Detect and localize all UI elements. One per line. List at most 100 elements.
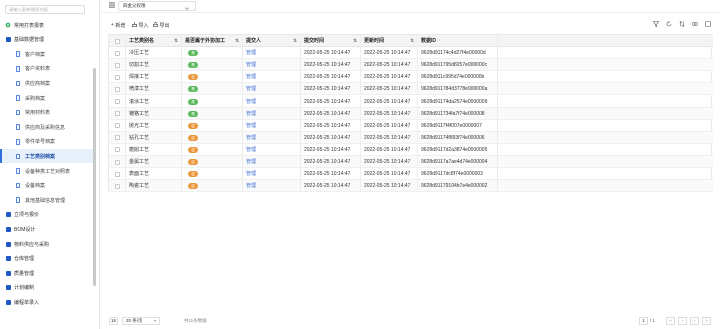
sidebar-item[interactable]: 仓库管理: [0, 252, 94, 266]
filter-icon[interactable]: [651, 19, 660, 28]
outsource-flag-cell: 是: [182, 59, 243, 72]
sidebar-item[interactable]: 客户资料表: [0, 62, 94, 76]
sidebar-item[interactable]: 采购档案: [0, 91, 94, 105]
user-value[interactable]: 管理: [246, 171, 256, 177]
column-header[interactable]: 是否属于外协加工 ⇅: [182, 35, 243, 47]
new-button-label: 新增: [115, 22, 126, 29]
row-checkbox[interactable]: [115, 171, 120, 177]
select-all-checkbox[interactable]: [115, 38, 120, 44]
row-checkbox[interactable]: [115, 111, 120, 117]
user-value[interactable]: 管理: [246, 159, 256, 165]
sidebar-item[interactable]: 编程单录入: [0, 295, 94, 309]
user-value[interactable]: 管理: [246, 99, 256, 105]
column-header[interactable]: 提交人 ⇅: [243, 35, 301, 47]
sidebar-item[interactable]: 立项与报价: [0, 208, 94, 222]
row-checkbox[interactable]: [115, 86, 120, 92]
update-value: 2022-05-25 10:14:47: [364, 171, 411, 178]
update-value: 2022-05-25 10:14:47: [364, 110, 411, 117]
user-cell: 管理: [243, 156, 301, 168]
hamburger-icon[interactable]: [109, 2, 115, 10]
row-checkbox[interactable]: [115, 123, 120, 129]
column-header[interactable]: 工艺类别名 ⇅: [126, 35, 182, 47]
user-value[interactable]: 管理: [246, 50, 256, 56]
export-button[interactable]: 导出: [153, 21, 170, 29]
sort-icon[interactable]: ⇅: [293, 35, 297, 47]
sort-icon[interactable]: ⇅: [410, 35, 414, 47]
row-checkbox[interactable]: [115, 159, 120, 165]
user-value[interactable]: 管理: [246, 86, 256, 92]
sidebar-item[interactable]: 物料供应与采购: [0, 237, 94, 251]
sort-icon[interactable]: ⇅: [174, 35, 178, 47]
current-page-input[interactable]: 1: [639, 317, 648, 325]
permission-select[interactable]: 四金父权限: [118, 1, 196, 11]
first-page-button[interactable]: «: [666, 317, 675, 325]
status-badge: 否: [188, 74, 198, 81]
row-checkbox[interactable]: [115, 74, 120, 80]
user-value[interactable]: 管理: [246, 147, 256, 153]
row-checkbox[interactable]: [115, 183, 120, 189]
status-badge: 是: [188, 50, 198, 57]
last-page-button[interactable]: »: [702, 317, 711, 325]
import-icon: [132, 21, 138, 29]
update-cell: 2022-05-25 10:14:47: [361, 180, 418, 193]
sidebar-item[interactable]: 其他基础信息管理: [0, 193, 94, 207]
sidebar-item[interactable]: 常用打表报表: [0, 18, 94, 32]
sidebar-item[interactable]: BOM设计: [0, 222, 94, 236]
sidebar-item[interactable]: 计划编制: [0, 281, 94, 295]
update-cell: 2022-05-25 10:14:47: [361, 107, 418, 120]
sidebar-item[interactable]: 质量管理: [0, 266, 94, 280]
user-value[interactable]: 管理: [246, 135, 256, 141]
sidebar-item[interactable]: 零件单号档案: [0, 135, 94, 149]
user-value[interactable]: 管理: [246, 123, 256, 129]
page-size-select[interactable]: 20 条/页 ▾: [122, 317, 160, 325]
sidebar-item[interactable]: 工艺类别档案: [0, 149, 94, 164]
name-cell: 陶瓷工艺: [126, 180, 182, 193]
sidebar-search-input[interactable]: 请输入菜单/搜索内容: [5, 5, 85, 14]
user-value[interactable]: 管理: [246, 111, 256, 117]
row-checkbox[interactable]: [115, 147, 120, 153]
id-value: 9628d911c995d74e000000b: [421, 74, 485, 81]
sidebar-item-label: 物料供应与采购: [14, 241, 50, 248]
sidebar-item[interactable]: 供应商及采购信息: [0, 120, 94, 134]
import-button[interactable]: 导入: [132, 21, 149, 29]
sidebar-item-label: 质量管理: [14, 270, 35, 277]
prev-page-button[interactable]: ‹: [678, 317, 687, 325]
column-header[interactable]: 数据ID: [418, 35, 498, 47]
sidebar-item[interactable]: 基础数据管理: [0, 33, 94, 47]
status-badge: 否: [188, 183, 198, 190]
sidebar-item[interactable]: 供应商档案: [0, 76, 94, 90]
sidebar-scrollbar[interactable]: [93, 68, 96, 286]
next-page-button[interactable]: ›: [690, 317, 699, 325]
outsource-flag-cell: 是: [182, 107, 243, 120]
sort-icon[interactable]: [677, 19, 686, 28]
folder-icon: [5, 299, 11, 305]
sidebar-item[interactable]: 客户档案: [0, 47, 94, 61]
table-row: 磨削工艺 否 管理 2022-05-25 10:14:47 2022-05-25 10:…: [109, 143, 713, 156]
sidebar-item-label: 设备种类工艺对照表: [25, 168, 71, 175]
submit-value: 2022-05-25 10:14:47: [304, 98, 351, 105]
row-select-cell: [109, 95, 126, 108]
new-button[interactable]: + 新增: [111, 21, 125, 29]
column-header[interactable]: 提交时间 ⇅: [301, 35, 361, 47]
sidebar-item[interactable]: 设备种类工艺对照表: [0, 164, 94, 178]
sidebar-item[interactable]: 设备档案: [0, 179, 94, 193]
refresh-icon[interactable]: [664, 19, 673, 28]
user-value[interactable]: 管理: [246, 62, 256, 68]
row-checkbox[interactable]: [115, 50, 120, 56]
sidebar-item[interactable]: 常用材料表: [0, 106, 94, 120]
view-icon[interactable]: [690, 19, 699, 28]
sort-icon[interactable]: ⇅: [353, 35, 357, 47]
sort-icon[interactable]: ⇅: [235, 35, 239, 47]
column-header-label: 数据ID: [421, 38, 437, 44]
row-checkbox[interactable]: [115, 135, 120, 141]
doc-icon: [15, 66, 21, 72]
row-checkbox[interactable]: [115, 99, 120, 104]
doc-icon: [15, 153, 21, 160]
status-badge: 是: [188, 86, 198, 93]
row-checkbox[interactable]: [115, 62, 120, 68]
update-value: 2022-05-25 10:14:47: [364, 50, 411, 57]
window-icon[interactable]: [703, 19, 712, 28]
user-value[interactable]: 管理: [246, 183, 256, 189]
column-header[interactable]: 更新时间 ⇅: [361, 35, 418, 47]
user-value[interactable]: 管理: [246, 74, 256, 80]
